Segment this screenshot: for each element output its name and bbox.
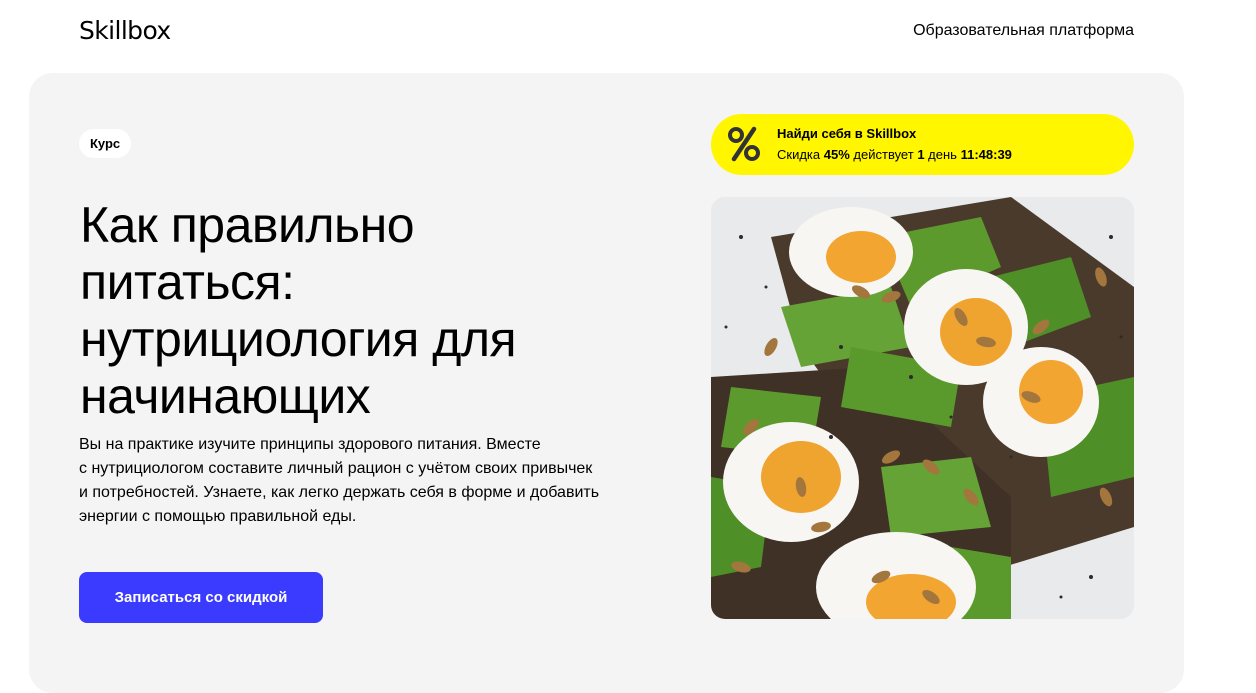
title-line: начинающих xyxy=(80,368,371,424)
description-line: и потребностей. Узнаете, как легко держа… xyxy=(79,484,600,501)
discount-value: 45% xyxy=(823,147,850,162)
promo-discount-text: Скидка 45% действует 1 день 11:48:39 xyxy=(777,147,1012,163)
discount-middle: действует xyxy=(853,147,914,162)
promo-title: Найди себя в Skillbox xyxy=(777,126,917,141)
food-photo-illustration xyxy=(711,197,1134,619)
course-badge: Курс xyxy=(79,129,132,158)
promo-banner[interactable]: Найди себя в Skillbox Скидка 45% действу… xyxy=(711,114,1134,175)
countdown-timer: 11:48:39 xyxy=(960,147,1012,162)
description-line: энергии с помощью правильной еды. xyxy=(79,508,357,525)
days-label: день xyxy=(928,147,957,162)
days-value: 1 xyxy=(917,147,925,162)
description-line: Вы на практике изучите принципы здоровог… xyxy=(79,436,541,453)
hero-section: Курс Как правильно питаться: нутрициолог… xyxy=(29,73,1184,693)
discount-prefix: Скидка xyxy=(777,147,821,162)
title-line: Как правильно xyxy=(80,197,415,253)
site-header: Skillbox Образовательная платформа xyxy=(0,0,1256,72)
title-line: питаться: xyxy=(80,254,295,310)
page-title: Как правильно питаться: нутрициология дл… xyxy=(80,197,640,425)
skillbox-logo[interactable]: Skillbox xyxy=(79,16,171,46)
platform-link[interactable]: Образовательная платформа xyxy=(913,21,1134,41)
description-line: с нутрициологом составите личный рацион … xyxy=(79,460,593,477)
course-description: Вы на практике изучите принципы здоровог… xyxy=(79,433,639,529)
signup-discount-button[interactable]: Записаться со скидкой xyxy=(79,572,323,623)
percent-icon xyxy=(728,126,760,162)
food-photo xyxy=(711,197,1134,619)
title-line: нутрициология для xyxy=(80,311,517,367)
